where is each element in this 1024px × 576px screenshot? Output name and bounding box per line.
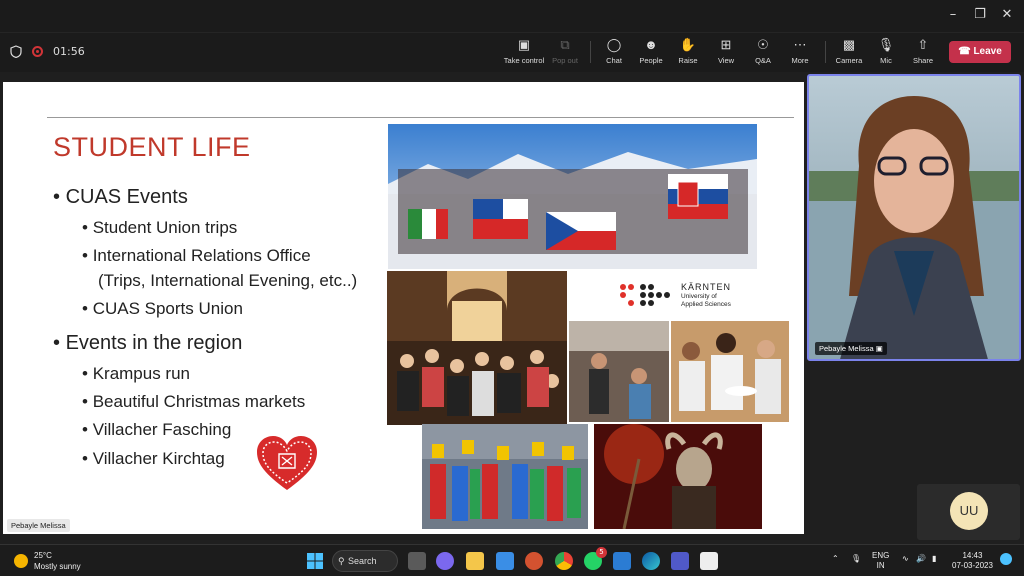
pub-gathering-photo (387, 271, 567, 425)
powerpoint-icon[interactable] (525, 552, 543, 570)
participant-video-frame (809, 76, 1019, 359)
battery-icon[interactable]: ▮ (932, 554, 936, 564)
chrome-icon[interactable] (555, 552, 573, 570)
bullet-level2: • Villacher Kirchtag (82, 449, 225, 468)
clock[interactable]: 14:43 07-03-2023 (952, 551, 993, 571)
chevron-up-icon[interactable]: ⌃ (832, 554, 839, 564)
self-video-tile[interactable]: UU (917, 484, 1020, 540)
share-icon: ⇧ (917, 37, 929, 52)
notepad-icon[interactable] (613, 552, 631, 570)
leave-button[interactable]: ☎ Leave (949, 41, 1011, 63)
bullet-level2: • Beautiful Christmas markets (82, 392, 306, 411)
group-mountain-photo (388, 124, 757, 269)
meeting-toolbar: 01:56 ▣ Take control ⧉ Pop out ◯ Chat ☻ Peop… (0, 32, 1024, 72)
weather-description: Mostly sunny (34, 562, 81, 571)
taskbar-search[interactable]: ⚲ Search (332, 550, 398, 572)
take-control-icon: ▣ (517, 37, 531, 52)
fasching-parade-photo (422, 424, 588, 529)
language-indicator[interactable]: ENG IN (872, 551, 889, 571)
share-button[interactable]: ⇧ Share (900, 37, 946, 65)
title-bar: – ❐ ✕ (0, 0, 1024, 32)
shield-icon (10, 45, 22, 58)
slide-title: STUDENT LIFE (53, 132, 251, 162)
gingerbread-heart-image (257, 436, 317, 490)
minimize-icon[interactable]: – (944, 6, 962, 24)
bullet-level2: • Villacher Fasching (82, 420, 232, 439)
university-logo-mark (620, 284, 670, 306)
krampus-run-photo (594, 424, 762, 529)
whatsapp-icon[interactable]: 5 (584, 547, 607, 570)
shared-slide: STUDENT LIFE • CUAS Events • Student Uni… (3, 82, 804, 534)
participant-name-tag: Pebayle Melissa ▣ (815, 342, 887, 355)
presenter-name-tag: Pebayle Melissa (7, 519, 70, 532)
phone-icon: ☎ (958, 46, 971, 57)
teams-chat-icon[interactable] (436, 552, 454, 570)
bullet-level1: • Events in the region (53, 332, 243, 354)
bullet-level2: • CUAS Sports Union (82, 299, 243, 318)
logo-subtitle: University of Applied Sciences (681, 293, 731, 308)
recording-icon (32, 46, 43, 57)
restore-icon[interactable]: ❐ (971, 6, 989, 24)
slide-divider (47, 117, 794, 118)
logo-name: KÄRNTEN (681, 282, 732, 292)
pop-out-button[interactable]: ⧉ Pop out (542, 37, 588, 65)
bullet-level1: • CUAS Events (53, 186, 188, 208)
file-explorer-icon[interactable] (466, 552, 484, 570)
bullet-level2: • Student Union trips (82, 218, 238, 237)
search-icon: ⚲ (338, 556, 345, 566)
notification-icon[interactable] (1000, 553, 1012, 565)
windows-start-icon[interactable] (306, 552, 324, 570)
weather-temperature: 25°C (34, 551, 52, 560)
bullet-level2: • Krampus run (82, 364, 191, 383)
more-button[interactable]: ⋯ More (777, 37, 823, 65)
snipping-tool-icon[interactable] (700, 552, 718, 570)
meeting-timer: 01:56 (53, 45, 85, 58)
more-icon: ⋯ (793, 37, 807, 52)
volume-icon[interactable]: 🔊 (916, 554, 926, 564)
edge-icon[interactable] (642, 552, 660, 570)
avatar: UU (950, 492, 988, 530)
participant-video[interactable]: Pebayle Melissa ▣ (807, 74, 1021, 361)
task-view-icon[interactable] (408, 552, 426, 570)
wifi-icon[interactable]: ∿ (902, 554, 909, 564)
cooking-photo (671, 321, 789, 422)
pop-out-icon: ⧉ (560, 37, 570, 52)
store-icon[interactable] (496, 552, 514, 570)
teams-icon[interactable] (671, 552, 689, 570)
kitchen-photo (569, 321, 669, 422)
close-icon[interactable]: ✕ (998, 6, 1016, 24)
bullet-level2-continuation: (Trips, International Evening, etc..) (98, 271, 358, 290)
screen-share-icon: ▣ (875, 344, 883, 353)
sun-icon (14, 554, 28, 568)
university-logo: KÄRNTEN University of Applied Sciences (615, 278, 745, 314)
bullet-level2: • International Relations Office (82, 246, 311, 265)
whatsapp-badge: 5 (596, 547, 607, 558)
weather-widget[interactable]: 25°C Mostly sunny (14, 550, 81, 572)
take-control-button[interactable]: ▣ Take control (501, 37, 547, 65)
windows-taskbar: 25°C Mostly sunny ⚲ Search 5 ⌃ 🎙 ENG IN ∿ … (0, 544, 1024, 576)
microphone-icon[interactable]: 🎙 (851, 554, 861, 564)
